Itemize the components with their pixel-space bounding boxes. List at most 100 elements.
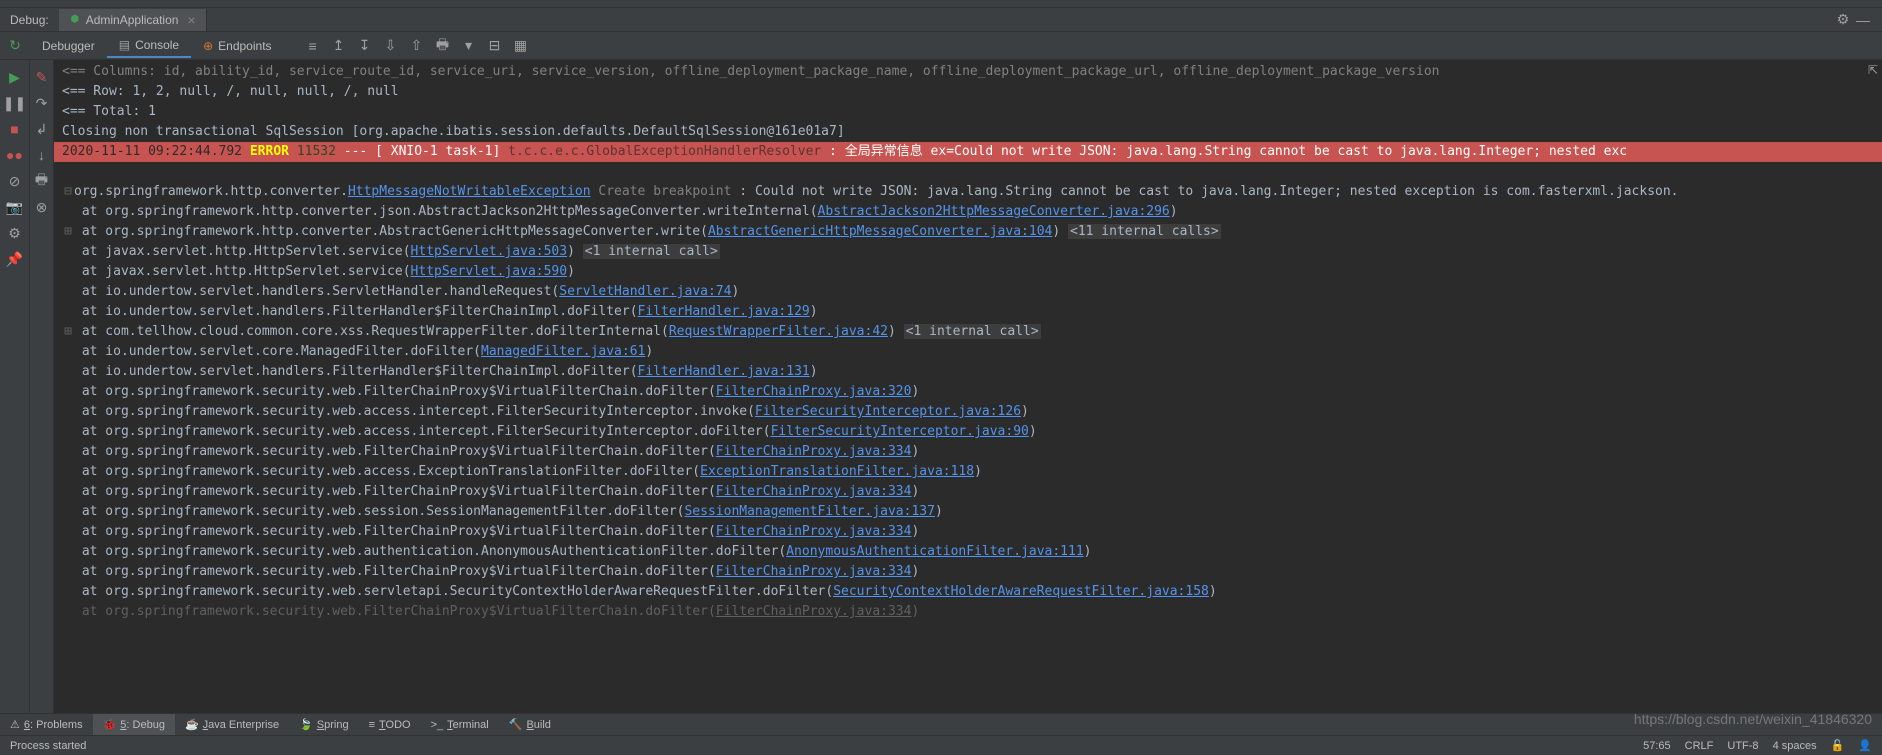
filter-icon[interactable]: ▾ [460, 37, 478, 55]
source-link[interactable]: SessionManagementFilter.java:137 [684, 504, 934, 519]
hide-icon[interactable]: — [1854, 11, 1872, 29]
expand-icon[interactable]: ⇱ [1864, 60, 1882, 80]
tool-label: Build [526, 719, 550, 731]
cursor-position[interactable]: 57:65 [1643, 740, 1671, 752]
source-link[interactable]: HttpServlet.java:590 [411, 264, 568, 279]
tool-window-tab[interactable]: >_Terminal [421, 714, 499, 735]
stack-text: at org.springframework.security.web.sess… [74, 504, 684, 519]
resume-icon[interactable]: ▶ [6, 68, 24, 86]
source-link[interactable]: FilterChainProxy.java:320 [716, 384, 912, 399]
spring-boot-icon: ⬢ [69, 14, 81, 26]
print-icon[interactable]: 🖶 [434, 37, 452, 55]
source-link[interactable]: ManagedFilter.java:61 [481, 344, 645, 359]
internal-calls[interactable]: <1 internal call> [904, 324, 1041, 339]
source-link[interactable]: AbstractJackson2HttpMessageConverter.jav… [818, 204, 1170, 219]
internal-calls[interactable]: <11 internal calls> [1068, 224, 1221, 239]
stack-text: at com.tellhow.cloud.common.core.xss.Req… [74, 324, 669, 339]
fold-icon[interactable]: ⊞ [62, 322, 74, 342]
tool-window-tab[interactable]: 🔨Build [499, 714, 561, 735]
error-thread: XNIO-1 task-1 [383, 144, 493, 159]
fold-icon[interactable]: ⊞ [62, 222, 74, 242]
gear-icon[interactable]: ⚙ [1834, 11, 1852, 29]
source-link[interactable]: FilterChainProxy.java:334 [716, 604, 912, 619]
exception-class-link[interactable]: HttpMessageNotWritableException [348, 184, 591, 199]
source-link[interactable]: FilterHandler.java:131 [638, 364, 810, 379]
tool-window-tab[interactable]: ☕ Java Enterprise [175, 714, 289, 735]
source-link[interactable]: FilterHandler.java:129 [638, 304, 810, 319]
breakpoints-icon[interactable]: ●● [6, 146, 24, 164]
error-class: t.c.c.e.c.GlobalExceptionHandlerResolver [508, 144, 821, 159]
fold-icon[interactable]: ⊟ [62, 182, 74, 202]
scroll-end-icon[interactable]: ↓ [33, 146, 51, 164]
pause-icon[interactable]: ❚❚ [6, 94, 24, 112]
edit-icon[interactable]: ✎ [33, 68, 51, 86]
tree-icon[interactable]: ⊟ [486, 37, 504, 55]
soft-wrap-icon[interactable]: ↲ [33, 120, 51, 138]
camera-icon[interactable]: 📷 [6, 198, 24, 216]
console-tab[interactable]: ▤ Console [107, 34, 191, 58]
scroll-down-icon[interactable]: ↧ [356, 37, 374, 55]
tool-window-tab[interactable]: 🍃Spring [289, 714, 359, 735]
source-link[interactable]: ServletHandler.java:74 [559, 284, 731, 299]
source-link[interactable]: RequestWrapperFilter.java:42 [669, 324, 888, 339]
person-icon[interactable]: 👤 [1858, 739, 1872, 752]
internal-calls[interactable]: <1 internal call> [583, 244, 720, 259]
line-ending[interactable]: CRLF [1685, 740, 1714, 752]
source-link[interactable]: FilterChainProxy.java:334 [716, 444, 912, 459]
exception-pkg: org.springframework.http.converter. [74, 184, 348, 199]
close-icon[interactable]: × [187, 12, 195, 28]
top-strip [0, 0, 1882, 8]
stack-text: at javax.servlet.http.HttpServlet.servic… [74, 244, 411, 259]
stack-text: at org.springframework.security.web.serv… [74, 584, 833, 599]
tool-icon: 🐞 [103, 718, 117, 731]
stack-text: at org.springframework.security.web.Filt… [74, 564, 716, 579]
stack-frame: at org.springframework.security.web.sess… [54, 502, 1882, 522]
indent[interactable]: 4 spaces [1773, 740, 1817, 752]
debug-toolbar: ↻ Debugger ▤ Console ⊕ Endpoints ≡ ↥ ↧ ⇩… [0, 32, 1882, 60]
status-bar: Process started 57:65 CRLF UTF-8 4 space… [0, 735, 1882, 755]
clear-icon[interactable]: ⊗ [33, 198, 51, 216]
source-link[interactable]: ExceptionTranslationFilter.java:118 [700, 464, 974, 479]
console-line: <== Row: 1, 2, null, /, null, null, /, n… [54, 82, 1882, 102]
source-link[interactable]: FilterSecurityInterceptor.java:90 [771, 424, 1029, 439]
tab-title: AdminApplication [86, 13, 179, 27]
create-breakpoint-button[interactable]: Create breakpoint [598, 184, 731, 199]
endpoints-tab[interactable]: ⊕ Endpoints [191, 35, 283, 57]
settings-icon[interactable]: ⚙ [6, 224, 24, 242]
stack-text: at io.undertow.servlet.handlers.ServletH… [74, 284, 559, 299]
stop-icon[interactable]: ■ [6, 120, 24, 138]
mute-breakpoints-icon[interactable]: ⊘ [6, 172, 24, 190]
upload-icon[interactable]: ⇧ [408, 37, 426, 55]
source-link[interactable]: FilterChainProxy.java:334 [716, 484, 912, 499]
source-link[interactable]: FilterChainProxy.java:334 [716, 564, 912, 579]
debugger-tab[interactable]: Debugger [30, 35, 107, 57]
source-link[interactable]: HttpServlet.java:503 [411, 244, 568, 259]
tool-icon: ☕ [185, 718, 199, 731]
download-icon[interactable]: ⇩ [382, 37, 400, 55]
source-link[interactable]: FilterSecurityInterceptor.java:126 [755, 404, 1021, 419]
tool-label: Java Enterprise [203, 719, 279, 731]
rerun-icon[interactable]: ↻ [6, 37, 24, 55]
source-link[interactable]: AbstractGenericHttpMessageConverter.java… [708, 224, 1052, 239]
source-link[interactable]: AnonymousAuthenticationFilter.java:111 [786, 544, 1083, 559]
stack-frame: at org.springframework.security.web.serv… [54, 582, 1882, 602]
tool-icon: 🍃 [299, 718, 313, 731]
tool-window-tab[interactable]: 🐞5: Debug [93, 714, 175, 735]
stack-text: at io.undertow.servlet.handlers.FilterHa… [74, 364, 638, 379]
print-icon[interactable]: 🖶 [33, 172, 51, 190]
source-link[interactable]: SecurityContextHolderAwareRequestFilter.… [833, 584, 1209, 599]
tool-window-tab[interactable]: ⚠6: Problems [0, 714, 93, 735]
console-line: <== Columns: id, ability_id, service_rou… [54, 62, 1882, 82]
scroll-up-icon[interactable]: ↥ [330, 37, 348, 55]
console-output[interactable]: <== Columns: id, ability_id, service_rou… [54, 60, 1882, 735]
stack-frame: at org.springframework.security.web.Filt… [54, 522, 1882, 542]
tool-window-tab[interactable]: ≡TODO [359, 714, 421, 735]
run-config-tab[interactable]: ⬢ AdminApplication × [59, 9, 207, 31]
wrap-icon[interactable]: ≡ [304, 37, 322, 55]
source-link[interactable]: FilterChainProxy.java:334 [716, 524, 912, 539]
pin-icon[interactable]: 📌 [6, 250, 24, 268]
encoding[interactable]: UTF-8 [1727, 740, 1758, 752]
layout-icon[interactable]: ▦ [512, 37, 530, 55]
lock-icon[interactable]: 🔓 [1831, 739, 1845, 752]
step-over-icon[interactable]: ↷ [33, 94, 51, 112]
